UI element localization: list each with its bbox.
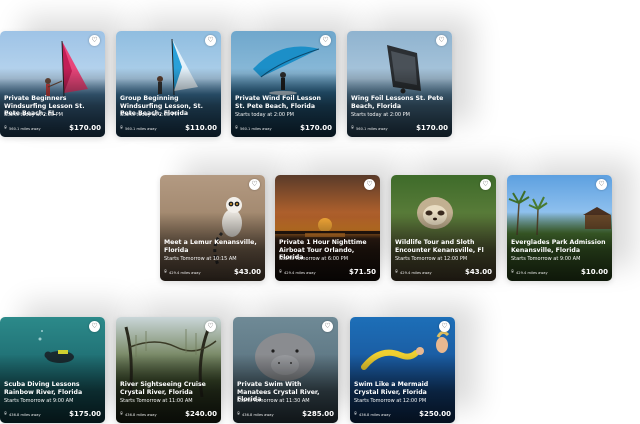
price: $170.00 bbox=[416, 124, 448, 132]
location-pin-icon: ⌾ bbox=[120, 125, 124, 131]
activity-card[interactable]: ♡ Private Swim With Manatees Crystal Riv… bbox=[233, 317, 338, 423]
location-pin-icon: ⌾ bbox=[511, 269, 515, 275]
favorite-heart-icon[interactable]: ♡ bbox=[89, 321, 100, 332]
start-time: Starts today at 2:00 PM bbox=[351, 112, 410, 118]
location-pin-icon: ⌾ bbox=[120, 411, 124, 417]
start-time: Starts today at 2:00 PM bbox=[4, 112, 63, 118]
location-pin-icon: ⌾ bbox=[235, 125, 239, 131]
activity-title[interactable]: Meet a Lemur Kenansville, Florida bbox=[164, 239, 261, 254]
price: $175.00 bbox=[69, 410, 101, 418]
activity-title[interactable]: River Sightseeing Cruise Crystal River, … bbox=[120, 381, 217, 396]
distance: ⌾ 560.1 miles away bbox=[4, 126, 41, 131]
distance: ⌾ 436.8 miles away bbox=[237, 412, 274, 417]
distance-text: 429.4 miles away bbox=[284, 270, 316, 275]
activity-card[interactable]: ♡ Wildlife Tour and Sloth Encounter Kena… bbox=[391, 175, 496, 281]
favorite-heart-icon[interactable]: ♡ bbox=[322, 321, 333, 332]
favorite-heart-icon[interactable]: ♡ bbox=[364, 179, 375, 190]
start-time: Starts Tomorrow at 11:00 AM bbox=[120, 398, 193, 404]
activity-title[interactable]: Private Wind Foil Lesson St. Pete Beach,… bbox=[235, 95, 332, 110]
start-time: Starts today at 2:00 PM bbox=[235, 112, 294, 118]
activity-card[interactable]: ♡ Group Beginning Windsurfing Lesson, St… bbox=[116, 31, 221, 137]
favorite-heart-icon[interactable]: ♡ bbox=[439, 321, 450, 332]
price: $43.00 bbox=[233, 268, 261, 276]
favorite-heart-icon[interactable]: ♡ bbox=[596, 179, 607, 190]
favorite-heart-icon[interactable]: ♡ bbox=[480, 179, 491, 190]
activity-card[interactable]: ♡ River Sightseeing Cruise Crystal River… bbox=[116, 317, 221, 423]
location-pin-icon: ⌾ bbox=[395, 269, 399, 275]
location-pin-icon: ⌾ bbox=[4, 411, 8, 417]
price: $43.00 bbox=[464, 268, 492, 276]
distance: ⌾ 560.1 miles away bbox=[120, 126, 157, 131]
start-time: Starts today at 2:00 PM bbox=[120, 112, 179, 118]
distance: ⌾ 429.4 miles away bbox=[279, 270, 316, 275]
distance-text: 429.4 miles away bbox=[516, 270, 548, 275]
distance-text: 560.1 miles away bbox=[240, 126, 272, 131]
location-pin-icon: ⌾ bbox=[279, 269, 283, 275]
start-time: Starts Tomorrow at 11:30 AM bbox=[237, 398, 310, 404]
price: $170.00 bbox=[300, 124, 332, 132]
activity-card[interactable]: ♡ Private Wind Foil Lesson St. Pete Beac… bbox=[231, 31, 336, 137]
distance-text: 429.4 miles away bbox=[400, 270, 432, 275]
distance-text: 436.8 miles away bbox=[125, 412, 157, 417]
start-time: Starts Tomorrow at 12:00 PM bbox=[354, 398, 427, 404]
activity-title[interactable]: Scuba Diving Lessons Rainbow River, Flor… bbox=[4, 381, 101, 396]
distance-text: 560.1 miles away bbox=[356, 126, 388, 131]
activity-title[interactable]: Swim Like a Mermaid Crystal River, Flori… bbox=[354, 381, 451, 396]
activity-card[interactable]: ♡ Everglades Park Admission Kenansville,… bbox=[507, 175, 612, 281]
price: $250.00 bbox=[419, 410, 451, 418]
start-time: Starts Tomorrow at 6:00 PM bbox=[279, 256, 349, 262]
activity-card[interactable]: ♡ Meet a Lemur Kenansville, Florida Star… bbox=[160, 175, 265, 281]
distance-text: 560.1 miles away bbox=[9, 126, 41, 131]
start-time: Starts Tomorrow at 9:00 AM bbox=[4, 398, 74, 404]
price: $110.00 bbox=[185, 124, 217, 132]
start-time: Starts Tomorrow at 10:15 AM bbox=[164, 256, 237, 262]
location-pin-icon: ⌾ bbox=[354, 411, 358, 417]
favorite-heart-icon[interactable]: ♡ bbox=[89, 35, 100, 46]
distance: ⌾ 436.8 miles away bbox=[4, 412, 41, 417]
distance: ⌾ 429.4 miles away bbox=[164, 270, 201, 275]
activity-card[interactable]: ♡ Private 1 Hour Nighttime Airboat Tour … bbox=[275, 175, 380, 281]
distance: ⌾ 560.1 miles away bbox=[235, 126, 272, 131]
activity-card[interactable]: ♡ Wing Foil Lessons St. Pete Beach, Flor… bbox=[347, 31, 452, 137]
favorite-heart-icon[interactable]: ♡ bbox=[436, 35, 447, 46]
distance: ⌾ 436.8 miles away bbox=[354, 412, 391, 417]
price: $10.00 bbox=[580, 268, 608, 276]
start-time: Starts Tomorrow at 9:00 AM bbox=[511, 256, 581, 262]
price: $71.50 bbox=[348, 268, 376, 276]
activity-card[interactable]: ♡ Scuba Diving Lessons Rainbow River, Fl… bbox=[0, 317, 105, 423]
start-time: Starts Tomorrow at 12:00 PM bbox=[395, 256, 468, 262]
distance-text: 560.1 miles away bbox=[125, 126, 157, 131]
distance-text: 429.4 miles away bbox=[169, 270, 201, 275]
favorite-heart-icon[interactable]: ♡ bbox=[320, 35, 331, 46]
price: $170.00 bbox=[69, 124, 101, 132]
distance-text: 436.8 miles away bbox=[359, 412, 391, 417]
location-pin-icon: ⌾ bbox=[237, 411, 241, 417]
favorite-heart-icon[interactable]: ♡ bbox=[205, 35, 216, 46]
activity-card[interactable]: ♡ Private Beginners Windsurfing Lesson S… bbox=[0, 31, 105, 137]
location-pin-icon: ⌾ bbox=[164, 269, 168, 275]
price: $240.00 bbox=[185, 410, 217, 418]
location-pin-icon: ⌾ bbox=[4, 125, 8, 131]
distance: ⌾ 560.1 miles away bbox=[351, 126, 388, 131]
distance: ⌾ 429.4 miles away bbox=[395, 270, 432, 275]
activity-title[interactable]: Wing Foil Lessons St. Pete Beach, Florid… bbox=[351, 95, 448, 110]
price: $285.00 bbox=[302, 410, 334, 418]
distance: ⌾ 429.4 miles away bbox=[511, 270, 548, 275]
activity-title[interactable]: Wildlife Tour and Sloth Encounter Kenans… bbox=[395, 239, 492, 254]
activity-card[interactable]: ♡ Swim Like a Mermaid Crystal River, Flo… bbox=[350, 317, 455, 423]
favorite-heart-icon[interactable]: ♡ bbox=[249, 179, 260, 190]
distance: ⌾ 436.8 miles away bbox=[120, 412, 157, 417]
distance-text: 436.8 miles away bbox=[9, 412, 41, 417]
distance-text: 436.8 miles away bbox=[242, 412, 274, 417]
location-pin-icon: ⌾ bbox=[351, 125, 355, 131]
favorite-heart-icon[interactable]: ♡ bbox=[205, 321, 216, 332]
activity-title[interactable]: Everglades Park Admission Kenansville, F… bbox=[511, 239, 608, 254]
